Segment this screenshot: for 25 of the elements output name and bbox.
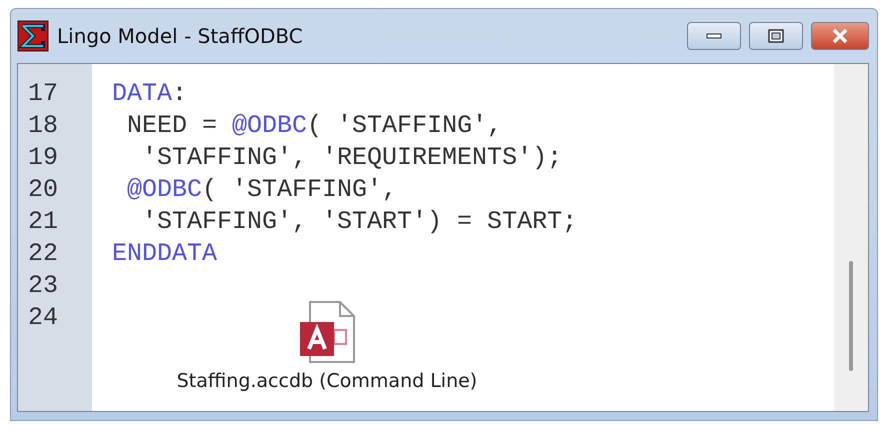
maximize-button[interactable] [749,22,803,50]
code-line: ENDDATA [112,238,218,270]
access-database-file-icon [298,300,356,364]
code-line: DATA: [112,78,188,110]
line-number: 22 [27,238,60,270]
line-number: 23 [27,270,60,302]
code-line: NEED = @ODBC( 'STAFFING', [126,110,504,142]
minimize-button[interactable] [687,22,741,50]
file-label: Staffing.accdb (Command Line) [176,370,478,392]
line-number: 20 [27,174,60,206]
sigma-app-icon [17,20,49,52]
code-line: 'STAFFING', 'START') = START; [141,206,578,238]
line-number: 17 [27,78,60,110]
close-icon [831,28,849,44]
maximize-icon [768,29,784,43]
line-number: 21 [27,206,60,238]
code-line: 'STAFFING', 'REQUIREMENTS'); [141,142,564,174]
line-number: 19 [27,142,60,174]
code-line: @ODBC( 'STAFFING', [126,174,398,206]
close-button[interactable] [811,22,869,50]
minimize-icon [706,33,722,39]
line-number: 18 [27,110,60,142]
scrollbar[interactable] [834,64,868,411]
window-title: Lingo Model - StaffODBC [57,24,304,48]
line-number: 24 [27,302,60,334]
